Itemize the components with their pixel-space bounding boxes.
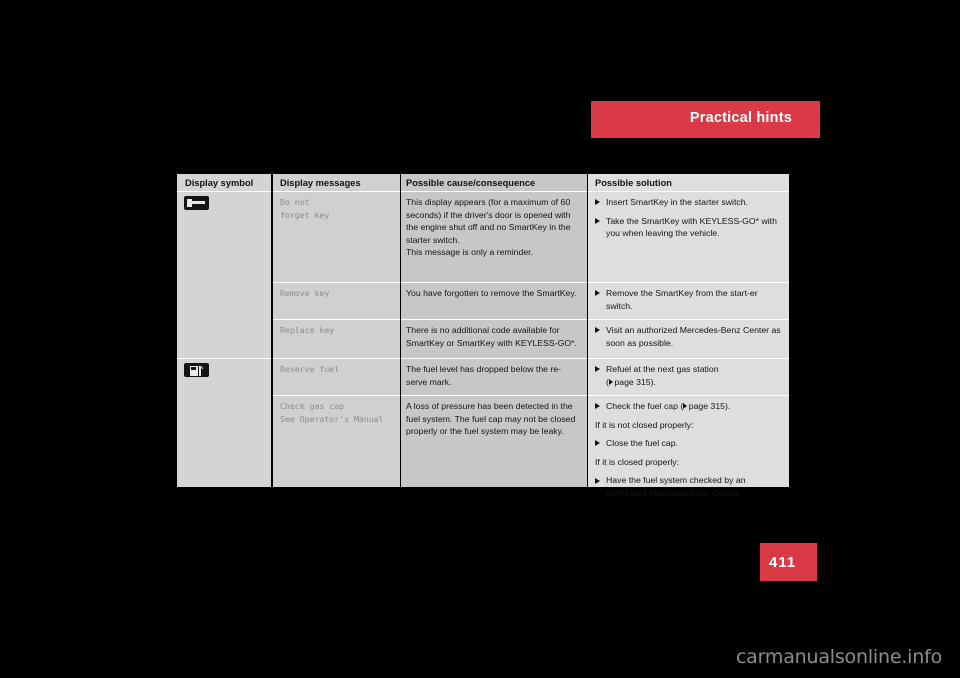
message-table: Display symbol Display messages Do not f… bbox=[177, 174, 789, 498]
table-row: Reserve fuel bbox=[273, 358, 400, 395]
triangle-bullet-icon bbox=[595, 400, 606, 409]
solution-line-1: Refuel at the next gas station bbox=[606, 364, 719, 374]
solution-text: Have the fuel system checked by an autho… bbox=[606, 475, 746, 498]
message-text: Replace key bbox=[280, 325, 335, 335]
solution-bullet: Check the fuel cap (page 315). bbox=[595, 400, 783, 413]
triangle-bullet-icon bbox=[595, 437, 606, 446]
table-row: A loss of pressure has been detected in … bbox=[401, 395, 587, 443]
table-row: Check gas cap See Operator's Manual bbox=[273, 395, 400, 430]
cause-text: This display appears (for a maximum of 6… bbox=[406, 197, 571, 258]
table-row: There is no additional code available fo… bbox=[401, 319, 587, 358]
fuel-pump-icon bbox=[184, 363, 209, 377]
solution-text: Visit an authorized Mercedes-Benz Center… bbox=[606, 325, 781, 348]
key-in-display-icon bbox=[184, 196, 209, 210]
table-row: This display appears (for a maximum of 6… bbox=[401, 191, 587, 282]
symbol-cell-fuel bbox=[177, 358, 271, 395]
message-text: Do not forget key bbox=[280, 197, 330, 220]
solution-text: Remove the SmartKey from the start-er sw… bbox=[606, 288, 758, 311]
triangle-bullet-icon bbox=[595, 474, 606, 483]
solution-bullet: Take the SmartKey with KEYLESS-GO* with … bbox=[595, 215, 783, 240]
triangle-bullet-icon bbox=[595, 215, 606, 224]
solution-bullet: Close the fuel cap. bbox=[595, 437, 783, 450]
message-text: Reserve fuel bbox=[280, 364, 340, 374]
page-ref-triangle-icon bbox=[683, 403, 688, 409]
table-row: Check the fuel cap (page 315). If it is … bbox=[588, 395, 789, 505]
column-header-display-messages: Display messages bbox=[280, 177, 361, 188]
cause-text: A loss of pressure has been detected in … bbox=[406, 401, 576, 437]
table-row: Do not forget key bbox=[273, 191, 400, 282]
solution-bullet: Visit an authorized Mercedes-Benz Center… bbox=[595, 324, 783, 349]
column-possible-cause: Possible cause/consequence This display … bbox=[401, 174, 587, 487]
column-header-display-symbol: Display symbol bbox=[185, 177, 254, 188]
column-header-possible-solution: Possible solution bbox=[595, 177, 672, 188]
triangle-bullet-icon bbox=[595, 287, 606, 296]
table-row: Refuel at the next gas station (page 315… bbox=[588, 358, 789, 395]
chapter-header-bar: Practical hints bbox=[591, 101, 820, 138]
solution-text: Take the SmartKey with KEYLESS-GO* with … bbox=[606, 215, 777, 239]
chapter-title: Practical hints bbox=[689, 110, 792, 126]
solution-text: Refuel at the next gas station (page 315… bbox=[606, 363, 783, 388]
manual-page: Practical hints Display symbol Display m… bbox=[0, 0, 960, 678]
cause-text: The fuel level has dropped below the re-… bbox=[406, 364, 562, 387]
solution-bullet: Remove the SmartKey from the start-er sw… bbox=[595, 287, 783, 312]
page-reference: (page 315). bbox=[606, 376, 656, 387]
solution-text: Insert SmartKey in the starter switch. bbox=[606, 197, 748, 207]
solution-text: Check the fuel cap (page 315). bbox=[606, 401, 731, 411]
message-text: Remove key bbox=[280, 288, 330, 298]
message-text: Check gas cap See Operator's Manual bbox=[280, 401, 384, 424]
column-header-possible-cause: Possible cause/consequence bbox=[406, 177, 536, 188]
site-watermark: carmanualsonline.info bbox=[735, 646, 942, 668]
solution-text: Close the fuel cap. bbox=[606, 438, 678, 449]
page-ref-triangle-icon bbox=[608, 378, 613, 385]
triangle-bullet-icon bbox=[595, 324, 606, 333]
cause-text: You have forgotten to remove the SmartKe… bbox=[406, 288, 577, 298]
solution-condition-line: If it is closed properly: bbox=[595, 456, 680, 467]
column-display-messages: Display messages Do not forget key Remov… bbox=[273, 174, 400, 487]
column-display-symbol: Display symbol bbox=[177, 174, 271, 487]
table-row: You have forgotten to remove the SmartKe… bbox=[401, 282, 587, 319]
table-row: Insert SmartKey in the starter switch. T… bbox=[588, 191, 789, 282]
page-reference: page 315). bbox=[688, 401, 731, 411]
triangle-bullet-icon bbox=[595, 363, 606, 372]
solution-bullet: Insert SmartKey in the starter switch. bbox=[595, 196, 783, 209]
table-row: The fuel level has dropped below the re-… bbox=[401, 358, 587, 395]
table-row: Remove the SmartKey from the start-er sw… bbox=[588, 282, 789, 319]
table-row: Replace key bbox=[273, 319, 400, 358]
symbol-cell-empty-2 bbox=[177, 395, 271, 399]
table-row: Visit an authorized Mercedes-Benz Center… bbox=[588, 319, 789, 358]
table-row: Remove key bbox=[273, 282, 400, 319]
column-possible-solution: Possible solution Insert SmartKey in the… bbox=[588, 174, 789, 498]
solution-condition-line: If it is not closed properly: bbox=[595, 419, 694, 430]
symbol-cell-empty-1 bbox=[177, 282, 271, 358]
triangle-bullet-icon bbox=[595, 196, 606, 205]
symbol-cell-key bbox=[177, 191, 271, 282]
solution-bullet: Have the fuel system checked by an autho… bbox=[595, 474, 783, 499]
solution-bullet: Refuel at the next gas station (page 315… bbox=[595, 363, 783, 388]
cause-text: There is no additional code available fo… bbox=[406, 325, 577, 348]
page-number-badge: 411 bbox=[760, 543, 817, 581]
